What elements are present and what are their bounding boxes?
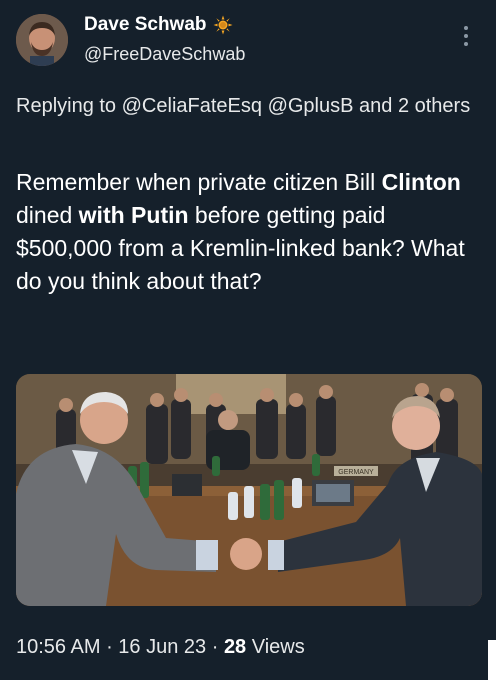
views-count[interactable]: 28 (224, 636, 246, 658)
tweet-meta: 10:56 AM · 16 Jun 23 · 28 Views (16, 636, 305, 659)
views-label[interactable]: Views (246, 636, 305, 658)
tweet-date[interactable]: 16 Jun 23 (118, 636, 206, 658)
author-display-name[interactable]: Dave Schwab (84, 14, 207, 36)
reply-others-link[interactable]: 2 others (398, 95, 470, 117)
reply-prefix: Replying to (16, 95, 122, 117)
tweet-text-segment: Remember when private citizen Bill (16, 169, 382, 195)
author-handle[interactable]: @FreeDaveSchwab (84, 44, 245, 65)
tweet-time[interactable]: 10:56 AM (16, 636, 101, 658)
mention-link[interactable]: @CeliaFateEsq (122, 95, 262, 117)
author-name-row: Dave Schwab (84, 14, 233, 36)
replying-to-line: Replying to @CeliaFateEsq @GplusB and 2 … (16, 92, 486, 121)
mention-link[interactable]: @GplusB (268, 95, 354, 117)
meta-separator: · (206, 636, 224, 658)
reply-conjunction: and (353, 95, 398, 117)
sun-icon (213, 15, 233, 35)
tweet-text-segment: dined (16, 202, 79, 228)
tweet-text-bold: with Putin (78, 202, 189, 228)
tweet-text: Remember when private citizen Bill Clint… (16, 166, 486, 298)
tweet-text-bold: Clinton (381, 169, 461, 195)
country-sign: GERMANY (338, 469, 374, 476)
more-options-icon[interactable] (462, 26, 470, 48)
meta-separator: · (100, 636, 119, 658)
avatar[interactable] (16, 14, 68, 66)
tweet-photo[interactable]: GERMANY (16, 374, 482, 606)
scrollbar[interactable] (488, 640, 496, 680)
